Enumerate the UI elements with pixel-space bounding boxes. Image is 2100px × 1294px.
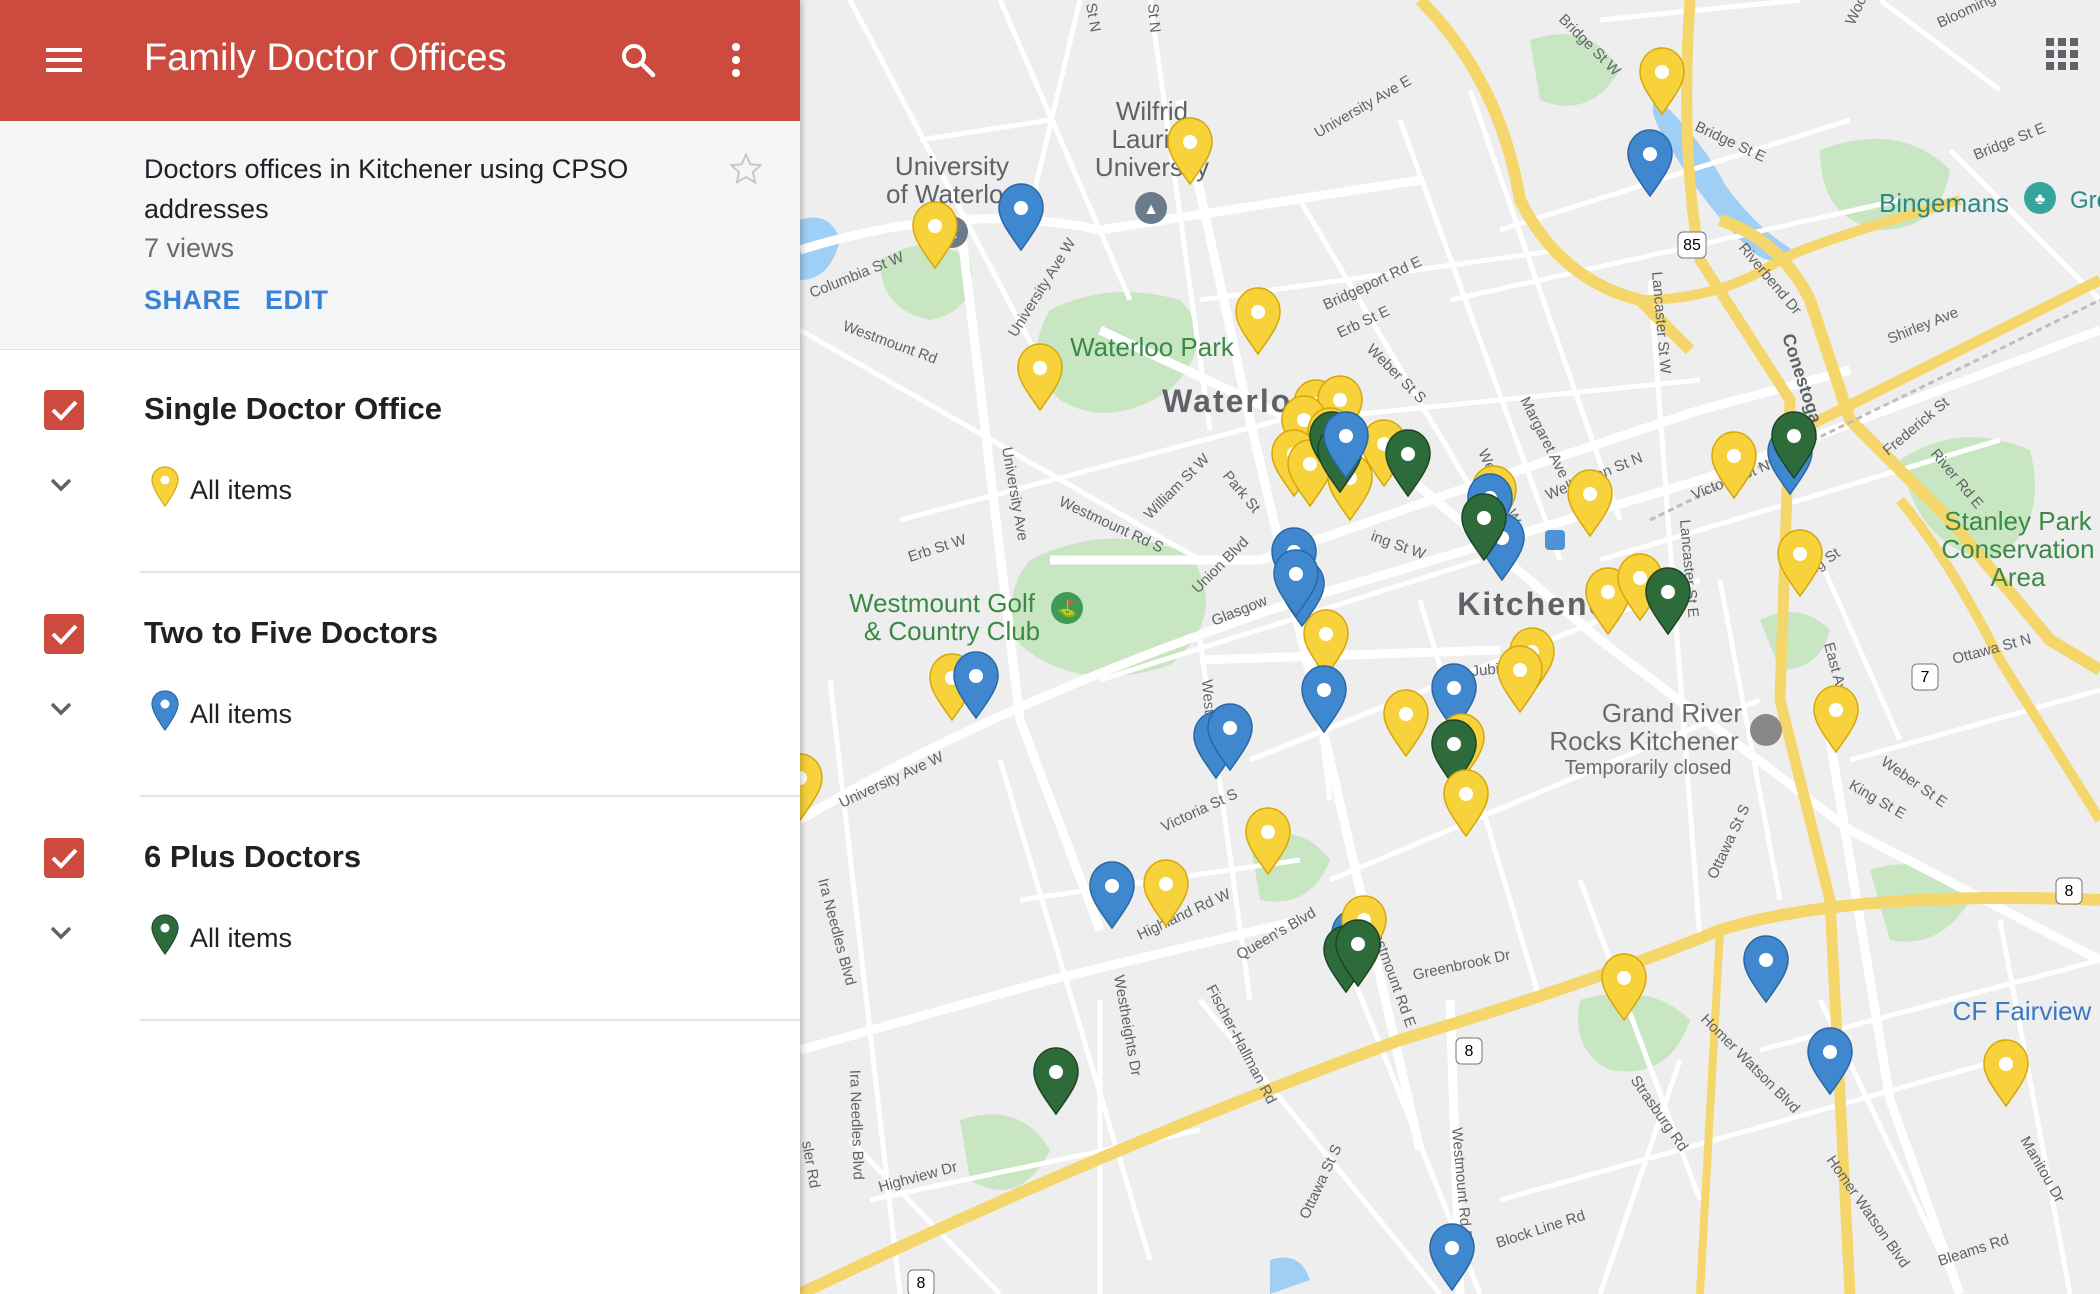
blue-pin-icon (150, 690, 180, 737)
layer-6-plus-doctors: 6 Plus Doctors All items (0, 797, 800, 1021)
layer-all-items[interactable]: All items (190, 923, 292, 954)
layer-checkbox[interactable] (44, 614, 84, 654)
app-bar: Family Doctor Offices (0, 0, 800, 121)
chevron-down-icon[interactable] (46, 469, 76, 504)
layer-title: Two to Five Doctors (144, 615, 438, 650)
layer-title: 6 Plus Doctors (144, 839, 362, 874)
sidebar-panel: Family Doctor Offices Doctors offices in… (0, 0, 800, 1294)
layer-checkbox[interactable] (44, 838, 84, 878)
green-pin-icon (150, 914, 180, 961)
label-stanley-park: Conservation (1941, 534, 2094, 564)
star-icon[interactable] (728, 151, 764, 192)
label-waterloo-park: Waterloo Park (1070, 332, 1235, 362)
label-gre: Gre (2070, 187, 2100, 214)
shield-8: 8 (1465, 1043, 1474, 1060)
divider (140, 1019, 800, 1021)
layer-all-items[interactable]: All items (190, 475, 292, 506)
map-title: Family Doctor Offices (144, 37, 507, 79)
shield-85: 85 (1683, 237, 1701, 254)
label-uw: University (895, 151, 1009, 181)
svg-text:♣: ♣ (2035, 191, 2046, 208)
edit-button[interactable]: EDIT (265, 285, 329, 316)
map-canvas[interactable]: 85 7 8 8 8 ▲ ▲ ⛳ ♣ Waterloo Kitchener Un… (800, 0, 2100, 1294)
layer-title: Single Doctor Office (144, 391, 442, 426)
label-stanley-park: Stanley Park (1944, 506, 2092, 536)
map-description: Doctors offices in Kitchener using CPSO … (144, 154, 629, 224)
label-bingemans: Bingemans (1879, 188, 2009, 218)
chevron-down-icon[interactable] (46, 693, 76, 728)
layer-all-items[interactable]: All items (190, 699, 292, 730)
road-label: St N (1144, 3, 1163, 34)
chevron-down-icon[interactable] (46, 917, 76, 952)
label-golf: Westmount Golf (849, 588, 1036, 618)
label-stanley-park: Area (1991, 562, 2046, 592)
label-cf-fairview: CF Fairview (1953, 996, 2092, 1026)
shield-7: 7 (1921, 669, 1930, 686)
more-vert-icon[interactable] (706, 30, 766, 90)
layer-two-to-five-doctors: Two to Five Doctors All items (0, 573, 800, 797)
share-button[interactable]: SHARE (144, 285, 241, 316)
layer-checkbox[interactable] (44, 390, 84, 430)
view-count: 7 views (144, 233, 235, 263)
search-icon[interactable] (608, 30, 668, 90)
shield-8: 8 (917, 1275, 926, 1292)
label-uw: of Waterloo (886, 179, 1018, 209)
label-grand-river: Grand River (1602, 698, 1742, 728)
layer-single-doctor-office: Single Doctor Office All items (0, 349, 800, 573)
label-golf: & Country Club (864, 616, 1040, 646)
hamburger-menu-icon[interactable] (34, 30, 94, 90)
svg-text:⛳: ⛳ (1057, 599, 1077, 618)
shield-8: 8 (2065, 883, 2074, 900)
label-closed: Temporarily closed (1565, 757, 1732, 779)
label-grand-river: Rocks Kitchener (1549, 726, 1739, 756)
map-info-section: Doctors offices in Kitchener using CPSO … (0, 121, 800, 350)
apps-grid-icon[interactable] (2046, 38, 2078, 70)
yellow-pin-icon (150, 466, 180, 513)
svg-text:▲: ▲ (1143, 201, 1159, 218)
